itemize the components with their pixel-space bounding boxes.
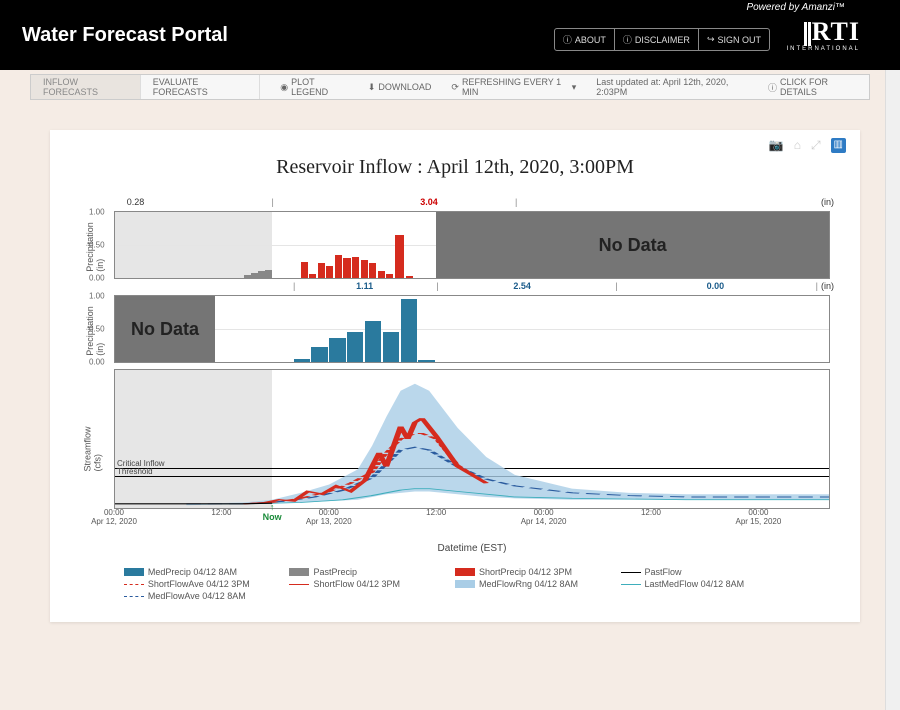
streamflow-panel: 5,000 10,000 15,000 Critical Inflow Thre… bbox=[114, 369, 830, 509]
bars-icon[interactable]: ▥ bbox=[831, 138, 846, 153]
x-axis-label: Datetime (EST) bbox=[114, 543, 830, 554]
chart-card: 📷 ⌂ ⤢ ▥ Reservoir Inflow : April 12th, 2… bbox=[50, 130, 860, 622]
toolbar: INFLOW FORECASTS EVALUATE FORECASTS ◉PLO… bbox=[30, 74, 870, 100]
legend-item: ShortPrecip 04/12 3PM bbox=[455, 566, 621, 578]
precip-panel-2: 0.00 0.50 1.00 No Data bbox=[114, 295, 830, 363]
last-updated: Last updated at: April 12th, 2020, 2:03P… bbox=[586, 77, 758, 97]
signout-button[interactable]: ↪SIGN OUT bbox=[698, 28, 770, 51]
scrollbar[interactable] bbox=[885, 0, 900, 710]
rti-logo: RTI INTERNATIONAL bbox=[786, 22, 860, 52]
legend-item: MedFlowRng 04/12 8AM bbox=[455, 578, 621, 590]
legend-item: LastMedFlow 04/12 8AM bbox=[621, 578, 787, 590]
refresh-dropdown[interactable]: ⟳REFRESHING EVERY 1 MIN ▾ bbox=[441, 77, 586, 97]
about-button[interactable]: ⓘABOUT bbox=[554, 28, 615, 51]
annot-past-total: 0.28 bbox=[127, 197, 145, 207]
info-icon: ⓘ bbox=[623, 33, 632, 46]
chevron-down-icon: ▾ bbox=[572, 82, 577, 93]
info-icon: ⓘ bbox=[768, 81, 777, 94]
legend-item: ShortFlowAve 04/12 3PM bbox=[124, 578, 290, 590]
info-icon: ⓘ bbox=[563, 33, 572, 46]
legend-item: MedPrecip 04/12 8AM bbox=[124, 566, 290, 578]
details-button[interactable]: ⓘCLICK FOR DETAILS bbox=[758, 77, 869, 97]
expand-icon[interactable]: ⤢ bbox=[811, 138, 821, 153]
tab-evaluate-forecasts[interactable]: EVALUATE FORECASTS bbox=[141, 75, 261, 99]
download-button[interactable]: ⬇DOWNLOAD bbox=[358, 82, 442, 93]
ylabel-streamflow: Streamflow(cfs) bbox=[83, 426, 103, 471]
chart-title: Reservoir Inflow : April 12th, 2020, 3:0… bbox=[70, 156, 840, 179]
x-axis: 00:00Apr 12, 2020 12:00 00:00Apr 13, 202… bbox=[114, 509, 830, 539]
legend-item: PastPrecip bbox=[289, 566, 455, 578]
disclaimer-button[interactable]: ⓘDISCLAIMER bbox=[614, 28, 699, 51]
annot-short-total: 3.04 bbox=[420, 197, 438, 207]
legend-item: MedFlowAve 04/12 8AM bbox=[124, 590, 290, 602]
signout-icon: ↪ bbox=[707, 34, 715, 45]
header: Powered by Amanzi™ Water Forecast Portal… bbox=[0, 0, 900, 70]
powered-by: Powered by Amanzi™ bbox=[746, 2, 845, 13]
precip-panel-1: 0.00 0.50 1.00 No Data bbox=[114, 211, 830, 279]
home-icon[interactable]: ⌂ bbox=[794, 138, 801, 153]
legend-item: ShortFlow 04/12 3PM bbox=[289, 578, 455, 590]
download-icon: ⬇ bbox=[368, 82, 376, 93]
camera-icon[interactable]: 📷 bbox=[769, 138, 784, 153]
tab-inflow-forecasts[interactable]: INFLOW FORECASTS bbox=[31, 75, 141, 99]
legend: MedPrecip 04/12 8AMPastPrecipShortPrecip… bbox=[124, 566, 786, 602]
refresh-icon: ⟳ bbox=[451, 82, 459, 93]
circle-icon: ◉ bbox=[280, 82, 288, 93]
plot-legend-button[interactable]: ◉PLOT LEGEND bbox=[270, 77, 358, 97]
legend-item: PastFlow bbox=[621, 566, 787, 578]
